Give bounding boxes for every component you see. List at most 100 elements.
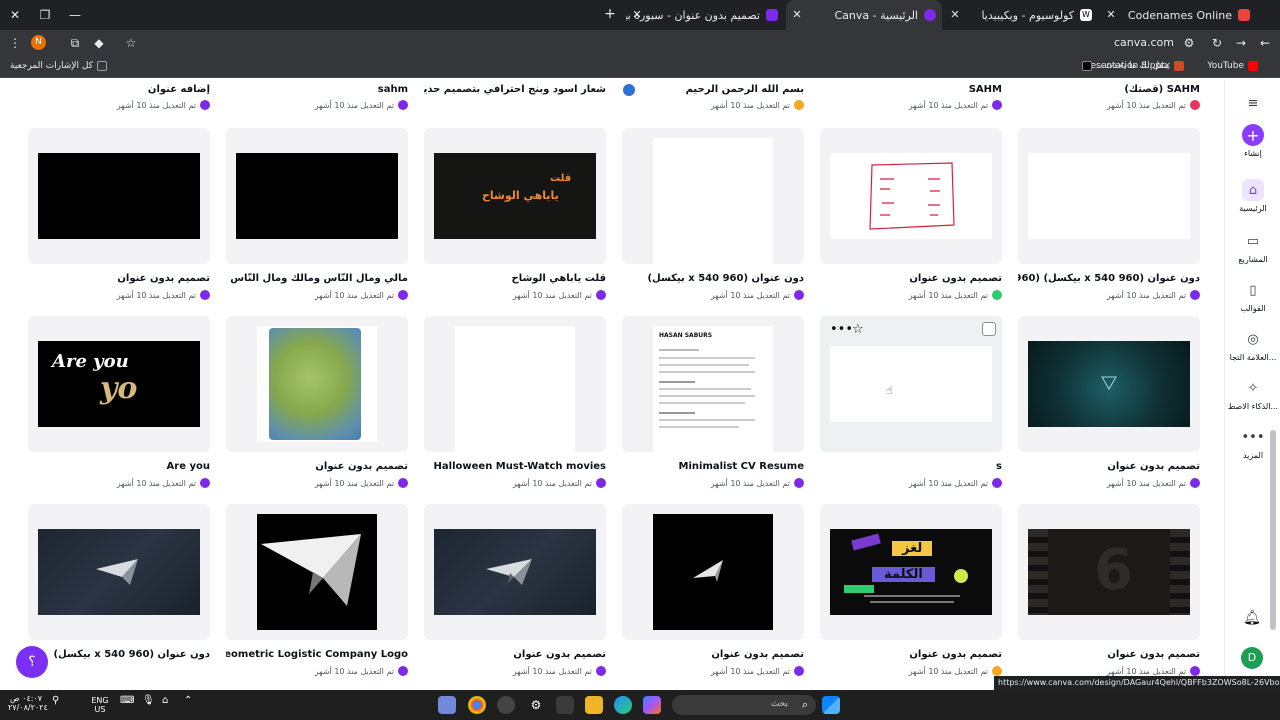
design-thumbnail[interactable] (28, 128, 210, 264)
design-card[interactable]: دون عنوان (960 x 540 بيكسل) (960 540... … (1018, 128, 1200, 312)
design-thumbnail[interactable] (622, 128, 804, 264)
tab-colosseum-wikipedia[interactable]: W كولوسيوم - ويكيبيديا ✕ (944, 0, 1098, 30)
bookmark-x[interactable]: يتقل لك ما يحدث... (1082, 61, 1169, 71)
design-card[interactable]: 6 تصميم بدون عنوان تم التعديل منذ 10 أشه… (1018, 504, 1200, 688)
tab-canva-whiteboard[interactable]: تصميم بدون عنوان - سبورة بيضاء ✕ (626, 0, 784, 30)
design-card[interactable]: Halloween Must-Watch movies تم التعديل م… (424, 316, 606, 500)
discord-app-icon[interactable] (438, 696, 456, 714)
design-card[interactable]: دون عنوان (960 x 540 بيكسل) (28, 504, 210, 688)
notifications-bell-icon[interactable]: 🔔︎ (1242, 610, 1262, 630)
extension-puzzle-icon[interactable]: ◆ (90, 34, 108, 52)
design-title[interactable]: تصميم بدون عنوان (1018, 649, 1200, 660)
all-bookmarks[interactable]: كل الإشارات المرجعية (10, 61, 107, 71)
design-title[interactable]: Minimalist CV Resume (622, 461, 804, 472)
design-card[interactable]: تصميم بدون عنوان تم التعديل منذ 10 أشهر (820, 128, 1002, 312)
design-title[interactable]: Are you (28, 461, 210, 472)
design-title[interactable]: مالي ومال النّاس ومالك ومال النّاس (226, 273, 408, 284)
profile-avatar[interactable]: N (31, 35, 46, 50)
design-title[interactable]: SAHM (قصتك) (1018, 84, 1200, 95)
rail-create-button[interactable]: + إنشاء (1225, 124, 1280, 158)
windows-start-icon[interactable] (822, 696, 840, 714)
design-title[interactable]: SAHM (820, 84, 1002, 95)
design-thumbnail[interactable]: قلت ياباهي الوشاح (424, 128, 606, 264)
rail-menu-button[interactable]: ≡ (1225, 92, 1280, 117)
design-card[interactable]: SAHM تم التعديل منذ 10 أشهر (820, 80, 1002, 120)
help-button[interactable]: ؟ (16, 646, 48, 678)
menu-kebab-icon[interactable]: ⋮ (6, 34, 24, 52)
design-card[interactable]: تصميم بدون عنوان تم التعديل منذ 10 أشهر (1018, 316, 1200, 500)
close-tab-icon[interactable]: ✕ (948, 8, 962, 22)
design-title[interactable]: تصميم بدون عنوان (820, 273, 1002, 284)
design-title[interactable]: دون عنوان (960 x 540 بيكسل) (622, 273, 804, 284)
microphone-icon[interactable]: 🎙︎ (142, 696, 155, 706)
design-card[interactable]: لغز الكلمة تصميم بدون عنوان تم التعديل م… (820, 504, 1002, 688)
design-card[interactable]: Are you yo Are you تم التعديل منذ 10 أشه… (28, 316, 210, 500)
minimize-window-icon[interactable]: — (60, 0, 90, 30)
design-title[interactable]: إضافه عنوان (28, 84, 210, 95)
design-thumbnail[interactable] (424, 504, 606, 640)
more-options-icon[interactable]: ••• (830, 322, 853, 337)
design-title[interactable]: دون عنوان (960 x 540 بيكسل) (28, 649, 210, 660)
rail-projects-button[interactable]: ▭ المشاريع (1225, 230, 1280, 265)
user-avatar[interactable]: D (1241, 647, 1263, 669)
design-title[interactable]: تصميم بدون عنوان (28, 273, 210, 284)
show-hidden-icons-chevron-icon[interactable]: ⌃ (184, 696, 192, 706)
file-explorer-icon[interactable] (585, 696, 603, 714)
design-title[interactable]: ue Geometric Logistic Company Logo... (226, 649, 408, 660)
rail-brand-button[interactable]: ◎ العلامة التجا... (1225, 328, 1280, 363)
design-card[interactable]: HASAN SABURS Minimalist CV Resume تم الت… (622, 316, 804, 500)
new-tab-button[interactable]: + (602, 6, 618, 22)
design-card[interactable]: إضافه عنوان تم التعديل منذ 10 أشهر (28, 80, 210, 120)
design-card[interactable]: ue Geometric Logistic Company Logo... تم… (226, 504, 408, 688)
design-card[interactable]: ••• ☆ ☝ s تم التعديل منذ 10 أشهر (820, 316, 1002, 500)
extensions-icon[interactable]: ⧉ (66, 34, 84, 52)
design-card[interactable]: مالي ومال النّاس ومالك ومال النّاس تم ال… (226, 128, 408, 312)
design-title[interactable]: تصميم بدون عنوان (226, 461, 408, 472)
design-card[interactable]: تصميم بدون عنوان تم التعديل منذ 10 أشهر (226, 316, 408, 500)
design-card[interactable]: تصميم بدون عنوان تم التعديل منذ 10 أشهر (28, 128, 210, 312)
design-thumbnail[interactable] (1018, 316, 1200, 452)
close-window-icon[interactable]: ✕ (0, 0, 30, 30)
design-thumbnail[interactable] (622, 504, 804, 640)
design-thumbnail[interactable] (28, 504, 210, 640)
edge-browser-icon[interactable] (614, 696, 632, 714)
design-card[interactable]: دون عنوان (960 x 540 بيكسل) تم التعديل م… (622, 128, 804, 312)
select-checkbox[interactable] (982, 322, 996, 336)
design-card[interactable]: sahm تم التعديل منذ 10 أشهر (226, 80, 408, 120)
network-icon[interactable]: ⌂ (162, 696, 168, 706)
notifications-icon[interactable]: ⚲ (52, 696, 59, 706)
chrome-app-icon[interactable] (468, 696, 486, 714)
back-icon[interactable]: ← (1256, 34, 1274, 52)
design-title[interactable]: تصميم بدون عنوان (820, 649, 1002, 660)
design-title[interactable]: قلت ياباهي الوشاح (424, 273, 607, 284)
design-card[interactable]: قلت ياباهي الوشاح قلت ياباهي الوشاح تم ا… (424, 128, 606, 312)
forward-icon[interactable]: → (1232, 34, 1250, 52)
maximize-window-icon[interactable]: ❐ (30, 0, 60, 30)
design-card[interactable]: تصميم بدون عنوان تم التعديل منذ 10 أشهر (622, 504, 804, 688)
design-title[interactable]: تصميم بدون عنوان (1018, 461, 1200, 472)
design-title[interactable]: تصميم بدون عنوان (622, 649, 804, 660)
close-tab-icon[interactable]: ✕ (630, 8, 644, 22)
language-indicator[interactable]: ENG US (90, 696, 110, 714)
design-title[interactable]: دون عنوان (960 x 540 بيكسل) (960 540... (1018, 273, 1200, 284)
design-thumbnail[interactable] (226, 128, 408, 264)
design-card[interactable]: شعار اسود وبنج احترافي بتصميم حديث وكا..… (424, 80, 606, 120)
design-thumbnail[interactable] (226, 316, 408, 452)
design-thumbnail[interactable] (424, 316, 606, 452)
reload-icon[interactable]: ↻ (1208, 34, 1226, 52)
design-title[interactable]: s (820, 461, 1002, 472)
design-thumbnail[interactable]: HASAN SABURS (622, 316, 804, 452)
rail-home-button[interactable]: ⌂ الرئيسية (1225, 179, 1280, 213)
design-title[interactable]: Halloween Must-Watch movies (424, 461, 606, 472)
copilot-icon[interactable] (643, 696, 661, 714)
close-tab-icon[interactable]: ✕ (790, 8, 804, 22)
app-icon[interactable] (497, 696, 515, 714)
design-title[interactable]: بسم الله الرحمن الرحيم (622, 84, 804, 95)
address-bar-url[interactable]: canva.com (1080, 36, 1174, 49)
tab-codenames[interactable]: Codenames Online ✕ (1100, 0, 1256, 30)
design-thumbnail[interactable] (820, 128, 1002, 264)
bookmark-star-icon[interactable]: ☆ (122, 34, 140, 52)
design-thumbnail[interactable]: 6 (1018, 504, 1200, 640)
settings-gear-icon[interactable]: ⚙ (527, 696, 545, 714)
taskbar-search[interactable]: بحث ⌕ (672, 695, 816, 715)
